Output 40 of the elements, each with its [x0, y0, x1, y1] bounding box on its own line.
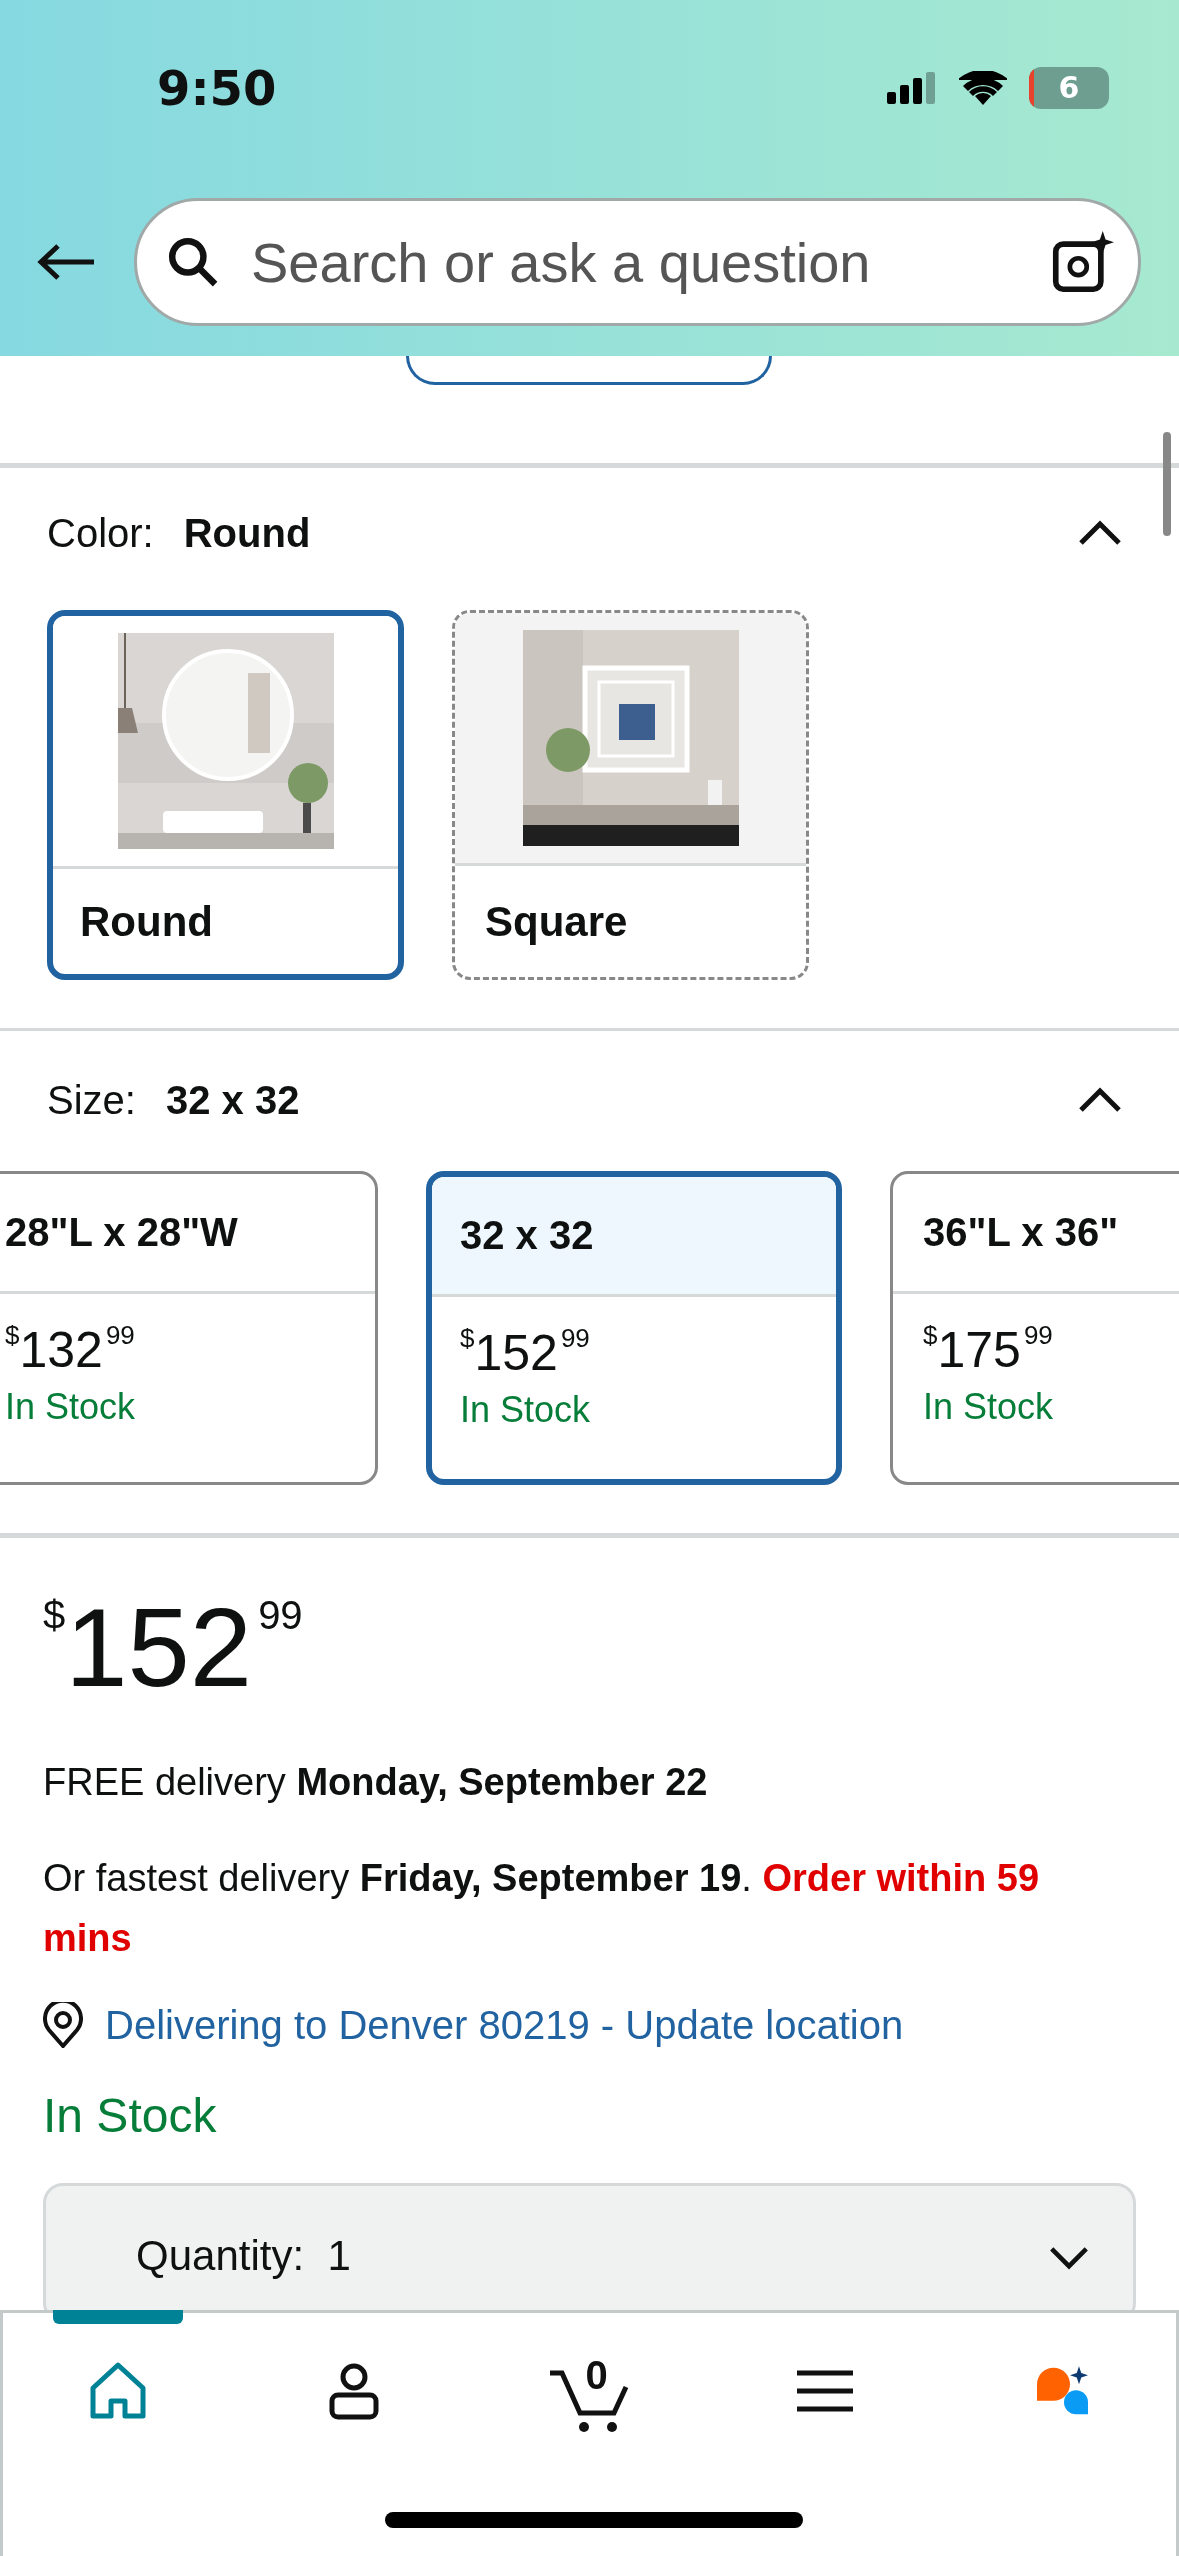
camera-icon[interactable] — [1052, 231, 1114, 293]
option-label: Color: — [47, 510, 154, 556]
chevron-down-icon — [1049, 2246, 1089, 2270]
search-icon — [167, 236, 219, 288]
size-price: $^{$}$152$^{99}$ — [460, 1323, 591, 1383]
chevron-up-icon[interactable] — [1078, 520, 1122, 546]
color-swatch[interactable]: Square — [452, 610, 809, 980]
product-price: $^{$}$152$^{99}$ — [43, 1588, 303, 1708]
size-price: $^{$}$132$^{99}$ — [5, 1320, 136, 1380]
chevron-up-icon[interactable] — [1078, 1087, 1122, 1113]
stock-status: In Stock — [5, 1386, 137, 1428]
battery-indicator: 6 — [1029, 66, 1109, 109]
stock-status: In Stock — [460, 1389, 592, 1431]
back-arrow-icon[interactable] — [36, 242, 96, 282]
size-label: 28"L x 28"W — [5, 1210, 238, 1255]
cart-button[interactable]: 0 — [547, 2361, 632, 2433]
option-value: Round — [183, 510, 311, 556]
location-link[interactable]: Delivering to Denver 80219 - Update location — [105, 2002, 904, 2048]
stock-status: In Stock — [923, 1386, 1055, 1428]
wifi-icon — [959, 70, 1007, 105]
fastest-delivery-text: Or fastest delivery Friday, September 19. Order within 59 mins — [43, 1856, 1041, 1961]
view-button[interactable] — [406, 356, 772, 385]
signal-icon — [887, 71, 937, 104]
option-label: Size: — [47, 1077, 136, 1123]
search-bar[interactable]: Search or ask a question — [134, 198, 1141, 326]
color-swatch[interactable]: Round — [47, 610, 404, 980]
size-price: $^{$}$175$^{99}$ — [923, 1320, 1054, 1380]
size-option-card[interactable]: 28"L x 28"W $^{$}$132$^{99}$ In Stock — [0, 1171, 378, 1485]
size-label: 36"L x 36" — [923, 1210, 1119, 1255]
delivery-text: FREE delivery Monday, September 22 — [43, 1760, 708, 1805]
option-value: 32 x 32 — [165, 1077, 300, 1123]
search-input[interactable]: Search or ask a question — [249, 228, 1022, 296]
home-icon[interactable] — [88, 2361, 148, 2421]
quantity-dropdown[interactable]: Quantity: 1 — [43, 2183, 1136, 2310]
stock-status: In Stock — [43, 2088, 217, 2143]
size-option-card[interactable]: 36"L x 36" $^{$}$175$^{99}$ In Stock — [890, 1171, 1179, 1485]
size-option-card[interactable]: 32 x 32 $^{$}$152$^{99}$ In Stock — [426, 1171, 842, 1485]
status-time: 9:50 — [157, 59, 277, 116]
location-pin-icon — [43, 2002, 83, 2048]
size-label: 32 x 32 — [460, 1213, 594, 1258]
